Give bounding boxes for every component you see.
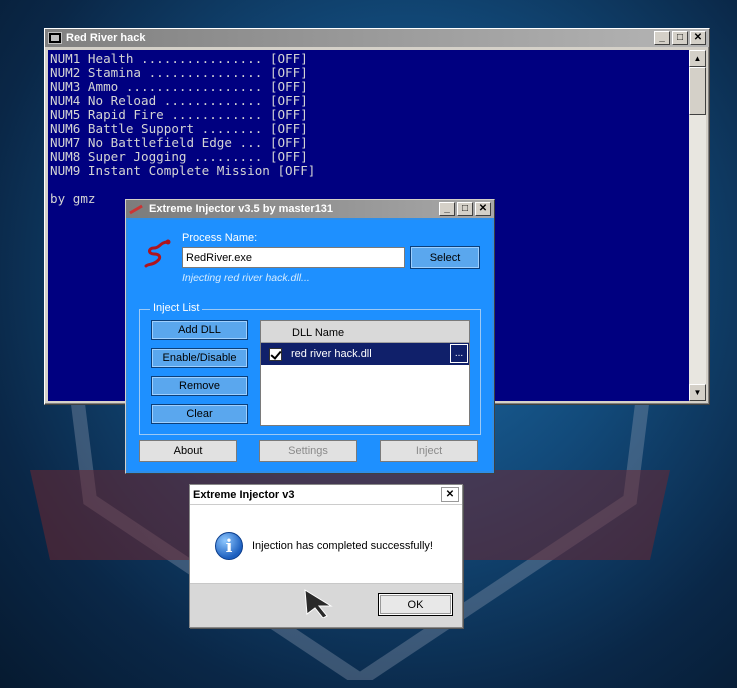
console-line: NUM3 Ammo .................. [OFF] (50, 79, 308, 94)
select-button[interactable]: Select (410, 246, 480, 269)
inject-list-label: Inject List (150, 302, 203, 314)
scroll-down-icon[interactable]: ▼ (689, 384, 706, 401)
settings-button[interactable]: Settings (259, 440, 357, 462)
mouse-cursor-icon (304, 589, 333, 618)
minimize-button[interactable]: _ (654, 31, 670, 45)
about-button[interactable]: About (139, 440, 237, 462)
injector-body: Process Name: Select Injecting red river… (128, 220, 492, 471)
injector-title: Extreme Injector v3.5 by master131 (149, 203, 334, 215)
scroll-thumb[interactable] (689, 67, 706, 115)
dll-enabled-checkbox[interactable] (269, 347, 282, 361)
dialog-titlebar[interactable]: Extreme Injector v3 ✕ (190, 485, 462, 505)
dialog-title: Extreme Injector v3 (193, 488, 295, 501)
close-button[interactable]: ✕ (690, 31, 706, 45)
info-icon: i (215, 532, 243, 560)
dll-list-item[interactable]: red river hack.dll ... (261, 343, 469, 365)
process-name-input[interactable] (182, 247, 405, 268)
console-app-icon (48, 32, 62, 44)
process-name-label: Process Name: (182, 232, 258, 244)
console-line: NUM5 Rapid Fire ............ [OFF] (50, 107, 308, 122)
enable-disable-button[interactable]: Enable/Disable (151, 348, 248, 368)
inject-button[interactable]: Inject (380, 440, 478, 462)
dll-name-column-header[interactable]: DLL Name (261, 321, 469, 343)
clear-button[interactable]: Clear (151, 404, 248, 424)
scroll-up-icon[interactable]: ▲ (689, 50, 706, 67)
close-button[interactable]: ✕ (475, 202, 491, 216)
maximize-button[interactable]: □ (672, 31, 688, 45)
console-scrollbar[interactable]: ▲ ▼ (689, 50, 706, 401)
injector-window: Extreme Injector v3.5 by master131 _ □ ✕… (125, 199, 495, 474)
injection-status: Injecting red river hack.dll... (182, 272, 310, 284)
dll-list[interactable]: DLL Name red river hack.dll ... (260, 320, 470, 426)
console-line: NUM9 Instant Complete Mission [OFF] (50, 163, 316, 178)
syringe-icon (129, 203, 145, 215)
console-titlebar[interactable]: Red River hack _ □ ✕ (45, 29, 709, 47)
console-line: NUM4 No Reload ............. [OFF] (50, 93, 308, 108)
console-line: NUM2 Stamina ............... [OFF] (50, 65, 308, 80)
dialog-message: Injection has completed successfully! (252, 540, 433, 552)
minimize-button[interactable]: _ (439, 202, 455, 216)
console-line: NUM6 Battle Support ........ [OFF] (50, 121, 308, 136)
ok-button[interactable]: OK (378, 593, 453, 616)
console-line: NUM1 Health ................ [OFF] (50, 51, 308, 66)
console-line: NUM7 No Battlefield Edge ... [OFF] (50, 135, 308, 150)
dll-options-button[interactable]: ... (450, 344, 468, 363)
console-line: NUM8 Super Jogging ......... [OFF] (50, 149, 308, 164)
remove-button[interactable]: Remove (151, 376, 248, 396)
injector-titlebar[interactable]: Extreme Injector v3.5 by master131 _ □ ✕ (126, 200, 494, 218)
dialog-close-button[interactable]: ✕ (441, 487, 459, 502)
snake-logo-icon (144, 239, 171, 268)
console-title: Red River hack (66, 32, 146, 44)
add-dll-button[interactable]: Add DLL (151, 320, 248, 340)
maximize-button[interactable]: □ (457, 202, 473, 216)
dll-name: red river hack.dll (291, 348, 372, 360)
